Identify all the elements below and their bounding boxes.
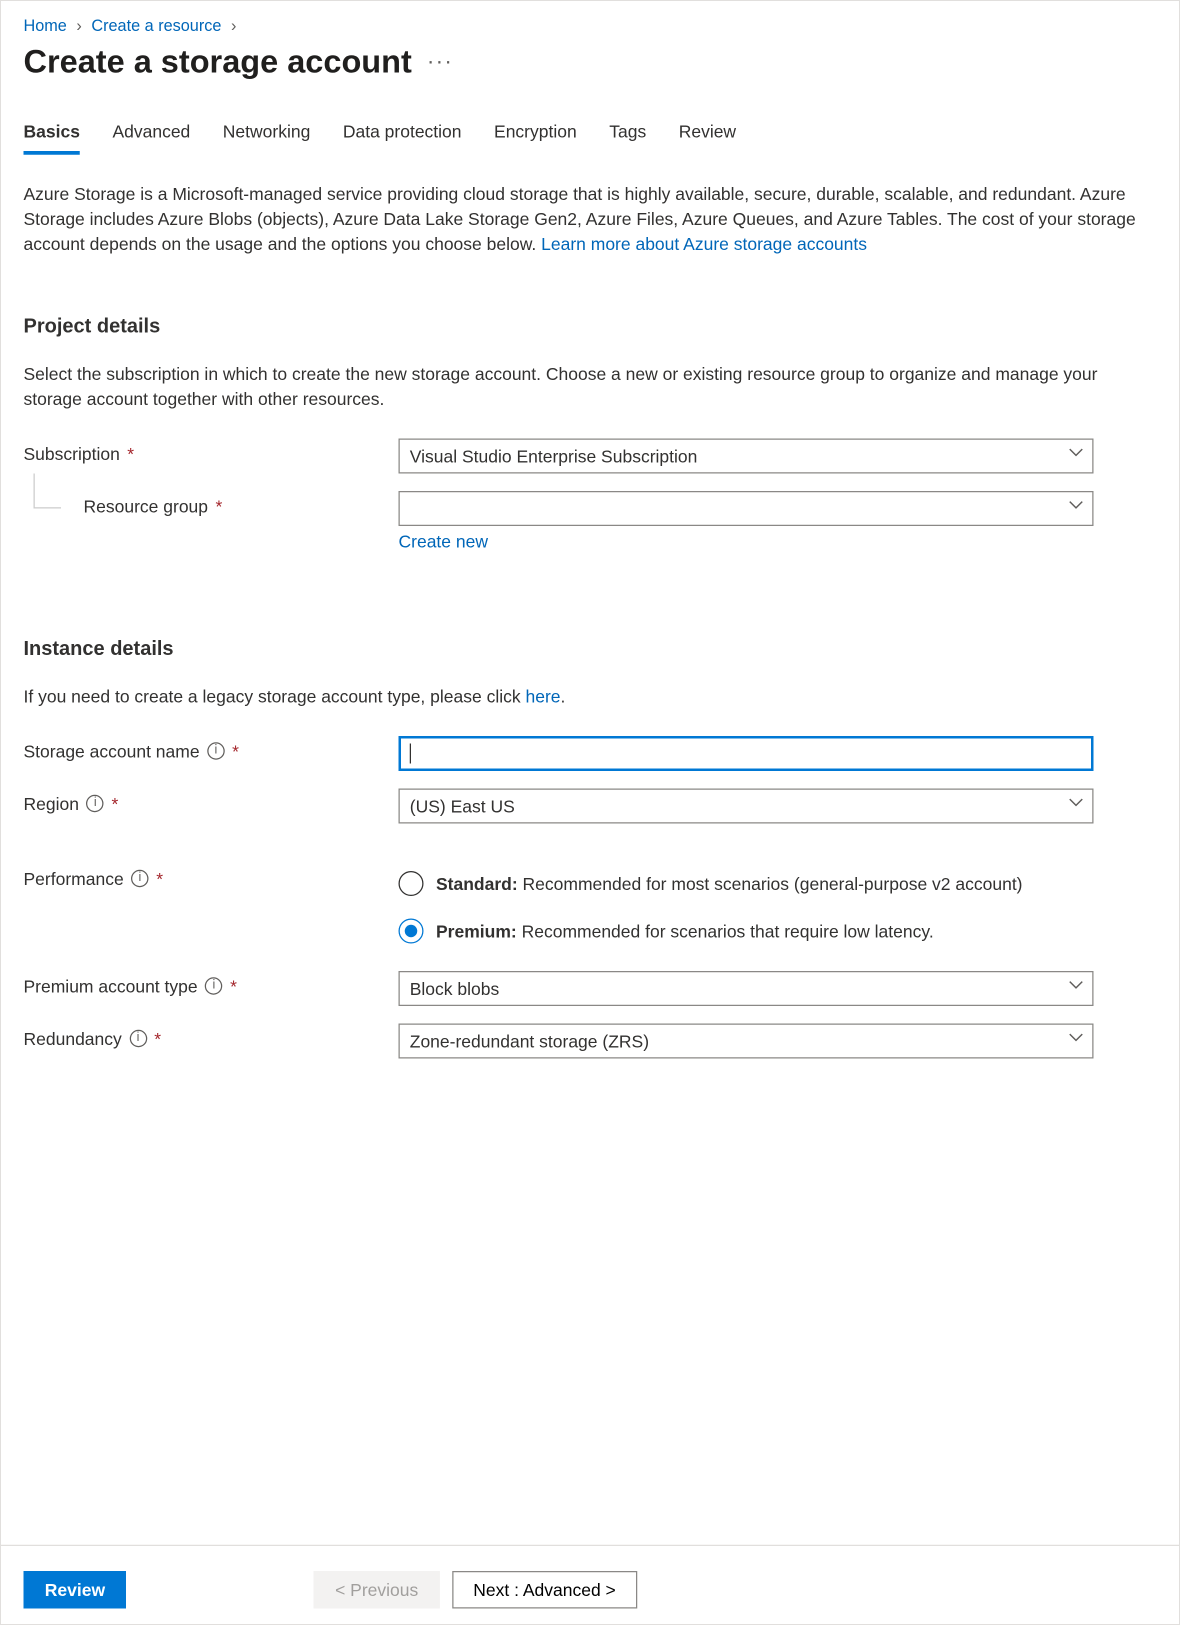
required-icon: *	[230, 976, 237, 996]
performance-label: Performance	[24, 869, 124, 889]
required-icon: *	[127, 444, 134, 464]
info-icon[interactable]: i	[129, 1030, 147, 1048]
tab-advanced[interactable]: Advanced	[112, 116, 190, 155]
info-icon[interactable]: i	[86, 795, 104, 813]
required-icon: *	[232, 741, 239, 761]
redundancy-select[interactable]: Zone-redundant storage (ZRS)	[399, 1024, 1094, 1059]
footer-divider	[1, 1545, 1180, 1546]
learn-more-link[interactable]: Learn more about Azure storage accounts	[541, 234, 867, 254]
breadcrumb: Home › Create a resource ›	[24, 16, 1159, 35]
tabs: Basics Advanced Networking Data protecti…	[24, 116, 1159, 156]
premium-account-type-label: Premium account type	[24, 976, 198, 996]
legacy-here-link[interactable]: here	[525, 686, 560, 706]
premium-account-type-select[interactable]: Block blobs	[399, 971, 1094, 1006]
performance-standard-radio[interactable]	[399, 871, 424, 896]
region-label: Region	[24, 794, 79, 814]
tab-networking[interactable]: Networking	[223, 116, 311, 155]
performance-standard-label: Standard: Recommended for most scenarios…	[436, 874, 1023, 894]
storage-account-name-label: Storage account name	[24, 741, 200, 761]
review-button[interactable]: Review	[24, 1571, 127, 1609]
footer: Review < Previous Next : Advanced >	[24, 1571, 1159, 1609]
create-new-link[interactable]: Create new	[399, 531, 488, 551]
redundancy-value: Zone-redundant storage (ZRS)	[410, 1031, 649, 1051]
previous-button[interactable]: < Previous	[314, 1571, 440, 1609]
tab-basics[interactable]: Basics	[24, 116, 80, 155]
subscription-value: Visual Studio Enterprise Subscription	[410, 446, 698, 466]
subscription-label: Subscription	[24, 444, 120, 464]
required-icon: *	[154, 1029, 161, 1049]
chevron-right-icon: ›	[231, 16, 236, 35]
redundancy-label: Redundancy	[24, 1029, 122, 1049]
more-actions-icon[interactable]: ···	[427, 49, 453, 75]
next-button[interactable]: Next : Advanced >	[452, 1571, 637, 1609]
tab-data-protection[interactable]: Data protection	[343, 116, 462, 155]
region-select[interactable]: (US) East US	[399, 789, 1094, 824]
page-title: Create a storage account	[24, 42, 412, 81]
region-value: (US) East US	[410, 796, 515, 816]
breadcrumb-home[interactable]: Home	[24, 16, 67, 35]
project-details-desc: Select the subscription in which to crea…	[24, 361, 1149, 411]
intro-text: Azure Storage is a Microsoft-managed ser…	[24, 181, 1149, 256]
storage-account-name-input[interactable]	[399, 736, 1094, 771]
performance-premium-radio[interactable]	[399, 919, 424, 944]
required-icon: *	[156, 869, 163, 889]
info-icon[interactable]: i	[207, 742, 225, 760]
resource-group-select[interactable]	[399, 491, 1094, 526]
chevron-right-icon: ›	[76, 16, 81, 35]
performance-premium-label: Premium: Recommended for scenarios that …	[436, 921, 934, 941]
project-details-heading: Project details	[24, 316, 1159, 339]
instance-details-desc: If you need to create a legacy storage a…	[24, 684, 1149, 709]
info-icon[interactable]: i	[205, 977, 223, 995]
subscription-select[interactable]: Visual Studio Enterprise Subscription	[399, 439, 1094, 474]
required-icon: *	[216, 496, 223, 516]
info-icon[interactable]: i	[131, 870, 149, 888]
breadcrumb-create-resource[interactable]: Create a resource	[91, 16, 221, 35]
tab-review[interactable]: Review	[679, 116, 736, 155]
tab-tags[interactable]: Tags	[609, 116, 646, 155]
premium-account-type-value: Block blobs	[410, 979, 499, 999]
required-icon: *	[111, 794, 118, 814]
text-caret-icon	[410, 744, 411, 764]
tree-line-icon	[34, 474, 62, 509]
instance-details-heading: Instance details	[24, 639, 1159, 662]
tab-encryption[interactable]: Encryption	[494, 116, 577, 155]
resource-group-label: Resource group	[84, 496, 209, 516]
